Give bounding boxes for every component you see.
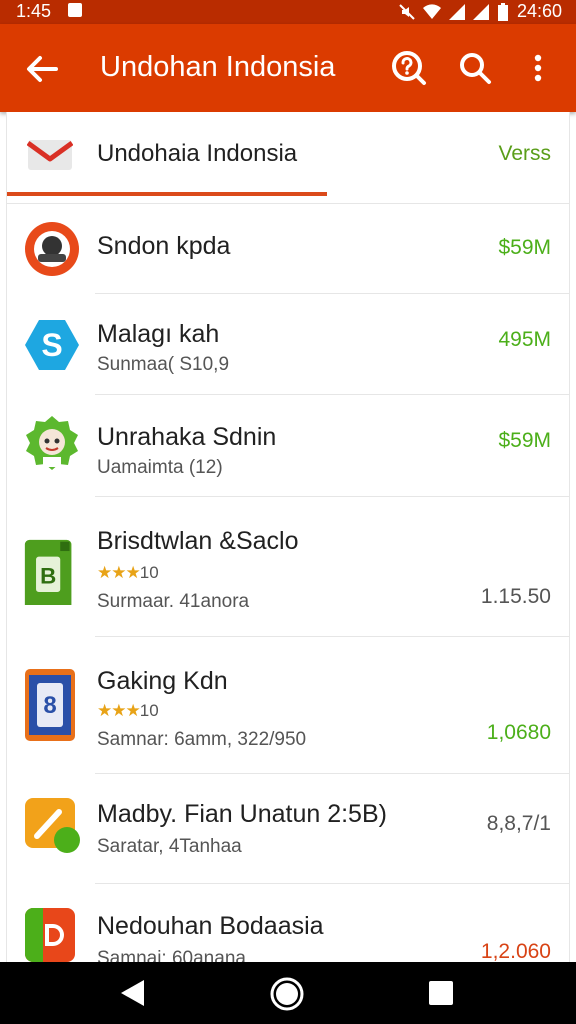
nav-back-icon[interactable]: [118, 978, 146, 1008]
rating-value: 10: [139, 701, 159, 720]
app-value: $59M: [498, 236, 551, 259]
search-icon[interactable]: [455, 48, 495, 88]
app-subtitle: Saratar, 4Tanhaa: [97, 836, 242, 857]
skype-app-icon: S: [25, 320, 79, 370]
signal-icon-2: [472, 3, 489, 20]
app-name: Unrahaka Sdnin: [97, 423, 277, 451]
app-subtitle: Uamaimta (12): [97, 457, 223, 478]
app-title: Undohan Indonsia: [100, 51, 336, 83]
green-book-app-icon: B: [24, 539, 72, 605]
tab-label[interactable]: Undohaia Indonsia: [97, 140, 297, 168]
svg-text:B: B: [40, 564, 56, 589]
more-options-icon[interactable]: [518, 48, 558, 88]
mute-icon: [399, 3, 415, 20]
help-search-icon[interactable]: [388, 48, 428, 88]
app-name: Nedouhan Bodaasia: [97, 912, 324, 940]
navigation-bar: [0, 962, 576, 1024]
svg-text:S: S: [41, 327, 62, 363]
tab-active-indicator: [7, 192, 327, 196]
app-name: Malagı kah: [97, 320, 220, 348]
app-value: 1.15.50: [480, 585, 551, 608]
pencil-app-icon: [25, 798, 80, 853]
tab-version: Verss: [498, 142, 551, 165]
battery-icon: [497, 2, 508, 21]
list-item[interactable]: Sndon kpda $59M: [7, 204, 569, 294]
list-item[interactable]: 8 Gaking Kdn ★★★10 Samnar: 6amm, 322/950…: [7, 637, 569, 774]
app-value: 495M: [498, 328, 551, 351]
status-clock: 24:60: [516, 1, 562, 21]
red-green-app-icon: [25, 908, 75, 962]
rating-stars-icon: ★★★: [97, 701, 141, 720]
list-item[interactable]: Madby. Fian Unatun 2:5B) Saratar, 4Tanha…: [7, 774, 569, 884]
character-badge-app-icon: [26, 416, 78, 470]
list-item[interactable]: S Malagı kah Sunmaa( S10,9 495M: [7, 294, 569, 395]
status-time: 1:45: [16, 1, 52, 21]
camera-app-icon: [25, 222, 79, 276]
svg-text:8: 8: [43, 692, 56, 719]
app-value: 1,0680: [486, 721, 551, 744]
tab-bar: Undohaia Indonsia Verss: [7, 112, 569, 204]
rating-value: 10: [139, 563, 159, 582]
app-subtitle: Surmaar. 41anora: [97, 591, 250, 612]
status-bar: 1:45 24:60: [0, 0, 576, 24]
app-bar: Undohan Indonsia: [0, 24, 576, 112]
gmail-icon: [27, 140, 73, 170]
app-name: Brisdtwlan &Saclo: [97, 527, 299, 555]
app-name: Madby. Fian Unatun 2:5B): [97, 800, 387, 828]
status-icons: 24:60: [399, 1, 562, 22]
app-name: Gaking Kdn: [97, 667, 228, 695]
app-subtitle: Samnar: 6amm, 322/950: [97, 729, 307, 750]
app-value: 1,2.060: [480, 940, 551, 963]
notification-icon: [68, 3, 82, 17]
app-name: Sndon kpda: [97, 232, 231, 260]
nav-recent-apps-icon[interactable]: [428, 980, 454, 1006]
app-value: $59M: [498, 429, 551, 452]
back-arrow-icon[interactable]: [22, 49, 62, 89]
nav-home-icon[interactable]: [270, 977, 304, 1011]
app-subtitle: Sunmaa( S10,9: [97, 354, 230, 375]
list-item[interactable]: B Brisdtwlan &Saclo ★★★10 Surmaar. 41ano…: [7, 497, 569, 637]
wifi-icon: [422, 3, 441, 19]
signal-icon: [448, 3, 465, 20]
rating-stars-icon: ★★★: [97, 563, 141, 582]
list-item[interactable]: Unrahaka Sdnin Uamaimta (12) $59M: [7, 395, 569, 497]
phone-app-icon: 8: [25, 669, 75, 741]
app-value: 8,8,7/1: [486, 812, 551, 835]
list-item[interactable]: Nedouhan Bodaasia Samnai: 60anana 1,2.06…: [7, 884, 569, 964]
app-rating: ★★★10: [97, 701, 159, 721]
content-card: Undohaia Indonsia Verss Sndon kpda $59M …: [6, 112, 570, 964]
app-rating: ★★★10: [97, 563, 159, 583]
